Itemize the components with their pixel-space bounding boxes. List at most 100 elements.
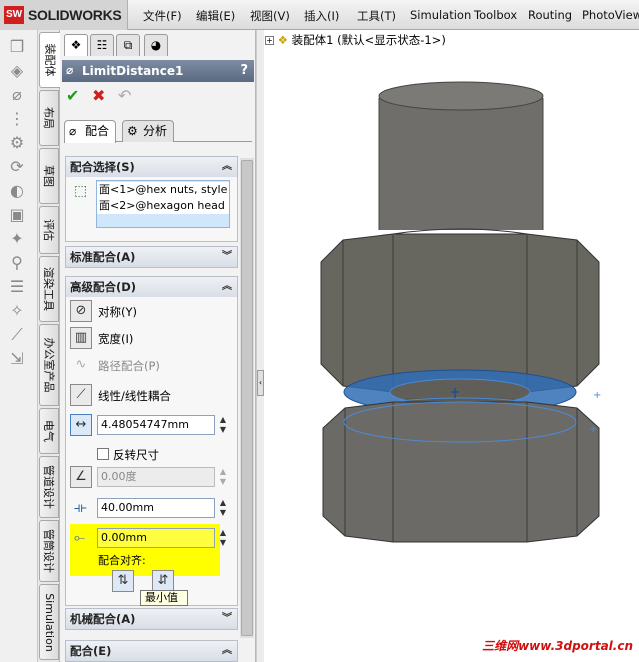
property-manager-tab-icon[interactable]: ☷	[90, 34, 114, 56]
standard-mates-header[interactable]: 标准配合(A) ︾	[66, 247, 237, 267]
reference-geometry-icon[interactable]: ✦	[6, 228, 28, 250]
list-item[interactable]: 面<1>@hex nuts, style	[97, 182, 229, 198]
mates-header[interactable]: 配合(E) ︽	[66, 641, 237, 661]
flip-dimension-checkbox[interactable]	[97, 448, 109, 460]
angle-spinner-icon[interactable]: ▲ ▼	[218, 467, 228, 487]
menu-tools[interactable]: 工具(T)	[357, 8, 396, 24]
angle-mate-button[interactable]: ∠	[70, 466, 92, 488]
flip-dimension-label: 反转尺寸	[113, 448, 159, 462]
property-manager-title-bar: ⌀ LimitDistance1 ?	[62, 60, 254, 82]
menu-view[interactable]: 视图(V)	[250, 8, 290, 24]
svg-text:+: +	[589, 424, 597, 435]
mate-icon[interactable]: ⌀	[6, 84, 28, 106]
mate-selection-list[interactable]: 面<1>@hex nuts, style 面<2>@hexagon head	[96, 180, 230, 228]
collapse-icon[interactable]: ︽	[222, 277, 232, 297]
new-part-icon[interactable]: ◈	[6, 60, 28, 82]
linear-coupler-button[interactable]: ⟋	[70, 384, 92, 406]
tab-evaluate[interactable]: 评估	[39, 206, 59, 254]
panel-splitter[interactable]: ‹	[256, 30, 264, 662]
menu-simulation[interactable]: Simulation	[410, 8, 471, 22]
distance-limit-button[interactable]: ↔	[70, 414, 92, 436]
tab-simulation[interactable]: Simulation	[39, 584, 59, 660]
watermark: 三维网www.3dportal.cn	[482, 639, 633, 653]
menu-edit[interactable]: 编辑(E)	[196, 8, 235, 24]
configuration-manager-tab-icon[interactable]: ⧉	[116, 34, 140, 56]
scrollbar-thumb[interactable]	[241, 160, 253, 636]
graphics-area[interactable]: + ❖ 装配体1 (默认<显示状态-1>) + + 三维网www.3dporta…	[265, 30, 639, 662]
collapse-panel-icon[interactable]: ‹	[257, 370, 264, 396]
instant3d-icon[interactable]: ⇲	[6, 348, 28, 370]
move-component-icon[interactable]: ⟳	[6, 156, 28, 178]
tab-piping[interactable]: 管道设计	[39, 456, 59, 518]
entities-to-mate-icon: ⬚	[74, 183, 88, 199]
page-title: LimitDistance1	[82, 64, 184, 78]
bolt-and-nut-model[interactable]: + +	[265, 30, 639, 662]
distance-spinner-icon[interactable]: ▲ ▼	[218, 415, 228, 435]
tab-office-products[interactable]: 办公室产品	[39, 324, 59, 406]
command-manager-tabs: 装配体 布局 草图 评估 渲染工具 办公室产品 电气 管道设计 管筒设计 Sim…	[38, 30, 61, 662]
min-spinner-icon[interactable]: ▲ ▼	[218, 528, 228, 548]
feature-manager-tab-icon[interactable]: ❖	[64, 34, 88, 56]
menu-bar: SW SOLIDWORKS 文件(F) 编辑(E) 视图(V) 插入(I) 工具…	[0, 0, 639, 30]
menu-insert[interactable]: 插入(I)	[304, 8, 339, 24]
panel-scrollbar[interactable]	[240, 158, 254, 638]
bolt-shank	[379, 98, 543, 230]
collapse-icon[interactable]: ︽	[222, 641, 232, 661]
tooltip: 最小值	[140, 590, 188, 606]
menu-routing[interactable]: Routing	[528, 8, 572, 22]
min-value-field[interactable]: 0.00mm	[97, 528, 215, 548]
symmetric-mate-button[interactable]: ⊘	[70, 300, 92, 322]
explode-line-sketch-icon[interactable]: ⟋	[6, 324, 28, 346]
mate-icon: ⌀	[66, 63, 74, 77]
mates-group: 配合(E) ︽	[65, 640, 238, 662]
analysis-icon: ⚙	[127, 124, 138, 138]
path-mate-label: 路径配合(P)	[98, 359, 160, 373]
expand-icon[interactable]: ︾	[222, 247, 232, 267]
max-value-field[interactable]: 40.00mm	[97, 498, 215, 518]
distance-field[interactable]: 4.48054747mm	[97, 415, 215, 435]
mate-selection-header[interactable]: 配合选择(S) ︽	[66, 157, 237, 177]
collapse-icon[interactable]: ︽	[222, 157, 232, 177]
smart-fasteners-icon[interactable]: ⚙	[6, 132, 28, 154]
tab-sketch[interactable]: 草图	[39, 148, 59, 204]
new-motion-study-icon[interactable]: ⚲	[6, 252, 28, 274]
list-item[interactable]: 面<2>@hexagon head	[97, 198, 229, 214]
path-mate-button[interactable]: ∿	[70, 354, 92, 376]
menu-toolbox[interactable]: Toolbox	[474, 8, 517, 22]
menu-photoview[interactable]: PhotoView 3	[582, 8, 639, 22]
mechanical-mates-header[interactable]: 机械配合(A) ︾	[66, 609, 237, 629]
expand-icon[interactable]: ︾	[222, 609, 232, 629]
cancel-button[interactable]: ✖	[92, 88, 105, 104]
advanced-mates-header[interactable]: 高级配合(D) ︽	[66, 277, 237, 297]
solidworks-logo[interactable]: SW SOLIDWORKS	[0, 0, 128, 30]
min-value-icon: ⟜	[74, 530, 86, 546]
hex-nut-upper	[320, 233, 600, 393]
app-name: SOLIDWORKS	[28, 7, 122, 23]
show-hidden-icon[interactable]: ◐	[6, 180, 28, 202]
insert-component-icon[interactable]: ❒	[6, 36, 28, 58]
tab-render-tools[interactable]: 渲染工具	[39, 256, 59, 322]
angle-field[interactable]: 0.00度	[97, 467, 215, 487]
aligned-button[interactable]: ⇅	[112, 570, 134, 592]
undo-button[interactable]: ↶	[118, 88, 131, 104]
max-spinner-icon[interactable]: ▲ ▼	[218, 498, 228, 518]
menu-file[interactable]: 文件(F)	[143, 8, 182, 24]
tab-analysis[interactable]: ⚙ 分析	[122, 120, 175, 142]
property-manager: ❖ ☷ ⧉ ◕ ⌀ LimitDistance1 ? ✔ ✖ ↶ ⌀ 配合 ⚙ …	[60, 30, 256, 662]
bill-of-materials-icon[interactable]: ☰	[6, 276, 28, 298]
tab-layout[interactable]: 布局	[39, 90, 59, 146]
exploded-view-icon[interactable]: ✧	[6, 300, 28, 322]
linear-pattern-icon[interactable]: ⋮	[6, 108, 28, 130]
tab-assembly[interactable]: 装配体	[39, 32, 61, 88]
tab-tubing[interactable]: 管筒设计	[39, 520, 59, 582]
tab-mates[interactable]: ⌀ 配合	[64, 120, 117, 143]
ok-button[interactable]: ✔	[66, 88, 79, 104]
width-mate-button[interactable]: ▥	[70, 327, 92, 349]
anti-aligned-button[interactable]: ⇵	[152, 570, 174, 592]
width-label: 宽度(I)	[98, 332, 134, 346]
standard-mates-group: 标准配合(A) ︾	[65, 246, 238, 268]
help-button[interactable]: ?	[240, 60, 248, 82]
display-manager-tab-icon[interactable]: ◕	[144, 34, 168, 56]
assembly-features-icon[interactable]: ▣	[6, 204, 28, 226]
tab-electrical[interactable]: 电气	[39, 408, 59, 454]
